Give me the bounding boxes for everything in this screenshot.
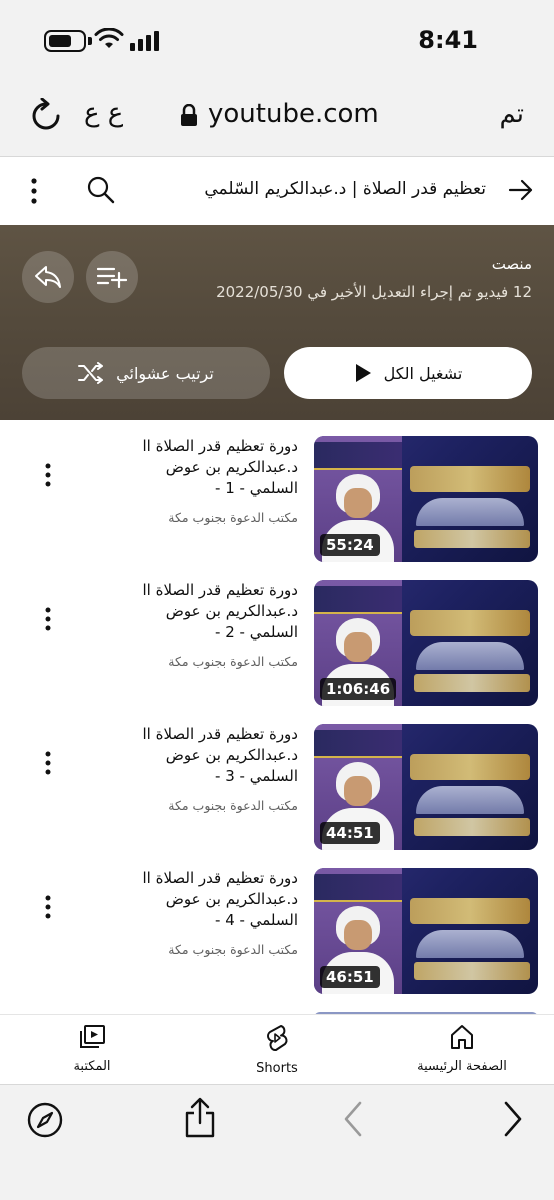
video-item[interactable]: 1:06:46 دورة تعظيم قدر الصلاة اا د.عبدال…: [0, 564, 554, 708]
lock-icon: [181, 104, 197, 126]
video-channel: مكتب الدعوة بجنوب مكة: [168, 942, 298, 957]
home-icon: [451, 1025, 473, 1049]
video-channel: مكتب الدعوة بجنوب مكة: [168, 510, 298, 525]
browser-toolbar: [0, 1084, 554, 1200]
page-title: تعظيم قدر الصلاة | د.عبدالكريم السّلمي: [204, 179, 486, 199]
more-vert-icon[interactable]: [30, 177, 38, 205]
video-duration: 55:24: [320, 534, 380, 556]
wifi-icon: [94, 28, 124, 48]
video-channel: مكتب الدعوة بجنوب مكة: [168, 654, 298, 669]
nav-shorts-label: Shorts: [256, 1061, 298, 1076]
page-header: تعظيم قدر الصلاة | د.عبدالكريم السّلمي: [0, 157, 554, 225]
share-sheet-icon[interactable]: [182, 1097, 218, 1139]
video-title[interactable]: دورة تعظيم قدر الصلاة اا د.عبدالكريم بن …: [116, 436, 298, 499]
video-duration: 46:51: [320, 966, 380, 988]
compass-icon[interactable]: [26, 1101, 64, 1139]
playlist-creator[interactable]: منصت: [492, 255, 532, 273]
nav-library-label: المكتبة: [73, 1059, 111, 1074]
reload-icon[interactable]: [30, 98, 62, 134]
video-item[interactable]: 46:51 دورة تعظيم قدر الصلاة اا د.عبدالكر…: [0, 852, 554, 996]
chevron-right-icon[interactable]: [502, 1101, 524, 1137]
video-item[interactable]: 44:51 دورة تعظيم قدر الصلاة اا د.عبدالكر…: [0, 708, 554, 852]
playlist-add-icon: [97, 267, 127, 288]
video-title[interactable]: دورة تعظيم قدر الصلاة اا د.عبدالكريم بن …: [116, 580, 298, 643]
chevron-left-icon[interactable]: [342, 1101, 364, 1137]
video-channel: مكتب الدعوة بجنوب مكة: [168, 798, 298, 813]
bottom-nav: الصفحة الرئيسية Shorts المكتبة: [0, 1014, 554, 1084]
more-vert-icon[interactable]: [44, 606, 52, 632]
nav-library[interactable]: المكتبة: [22, 1023, 162, 1074]
video-thumbnail[interactable]: 55:24: [314, 436, 538, 562]
video-item[interactable]: 55:24 دورة تعظيم قدر الصلاة اا د.عبدالكر…: [0, 420, 554, 564]
video-duration: 44:51: [320, 822, 380, 844]
reader-text-size-button[interactable]: ع ع: [84, 98, 123, 128]
battery-tip: [88, 37, 92, 45]
playlist-header: منصت 12 فيديو تم إجراء التعديل الأخير في…: [0, 225, 554, 420]
done-button[interactable]: تم: [499, 99, 524, 129]
signal-icon: [130, 31, 159, 51]
shuffle-label: ترتيب عشوائي: [116, 363, 214, 383]
search-icon[interactable]: [86, 175, 116, 205]
video-thumbnail[interactable]: 44:51: [314, 724, 538, 850]
video-duration: 1:06:46: [320, 678, 397, 700]
url-field[interactable]: youtube.com: [208, 99, 379, 129]
nav-shorts[interactable]: Shorts: [207, 1023, 347, 1076]
shorts-icon: [267, 1025, 288, 1051]
play-all-button[interactable]: تشغيل الكل: [284, 347, 532, 399]
share-icon: [35, 266, 61, 288]
library-icon: [80, 1025, 105, 1048]
nav-home-label: الصفحة الرئيسية: [417, 1059, 507, 1074]
playlist-meta: 12 فيديو تم إجراء التعديل الأخير في 2022…: [216, 283, 532, 301]
nav-home[interactable]: الصفحة الرئيسية: [392, 1023, 532, 1074]
video-title[interactable]: دورة تعظيم قدر الصلاة اا د.عبدالكريم بن …: [116, 868, 298, 931]
status-bar: 8:41: [0, 0, 554, 80]
play-all-label: تشغيل الكل: [383, 363, 463, 383]
more-vert-icon[interactable]: [44, 894, 52, 920]
save-to-playlist-button[interactable]: [86, 251, 138, 303]
share-button[interactable]: [22, 251, 74, 303]
more-vert-icon[interactable]: [44, 750, 52, 776]
video-list: 55:24 دورة تعظيم قدر الصلاة اا د.عبدالكر…: [0, 420, 554, 1014]
status-time: 8:41: [418, 26, 478, 54]
battery-icon: [44, 30, 86, 52]
shuffle-icon: [78, 362, 104, 384]
video-thumbnail[interactable]: 46:51: [314, 868, 538, 994]
browser-url-bar: ع ع youtube.com تم: [0, 80, 554, 157]
arrow-right-icon[interactable]: [508, 177, 534, 203]
more-vert-icon[interactable]: [44, 462, 52, 488]
video-thumbnail[interactable]: 1:06:46: [314, 580, 538, 706]
shuffle-button[interactable]: ترتيب عشوائي: [22, 347, 270, 399]
play-icon: [355, 364, 371, 382]
video-title[interactable]: دورة تعظيم قدر الصلاة اا د.عبدالكريم بن …: [116, 724, 298, 787]
